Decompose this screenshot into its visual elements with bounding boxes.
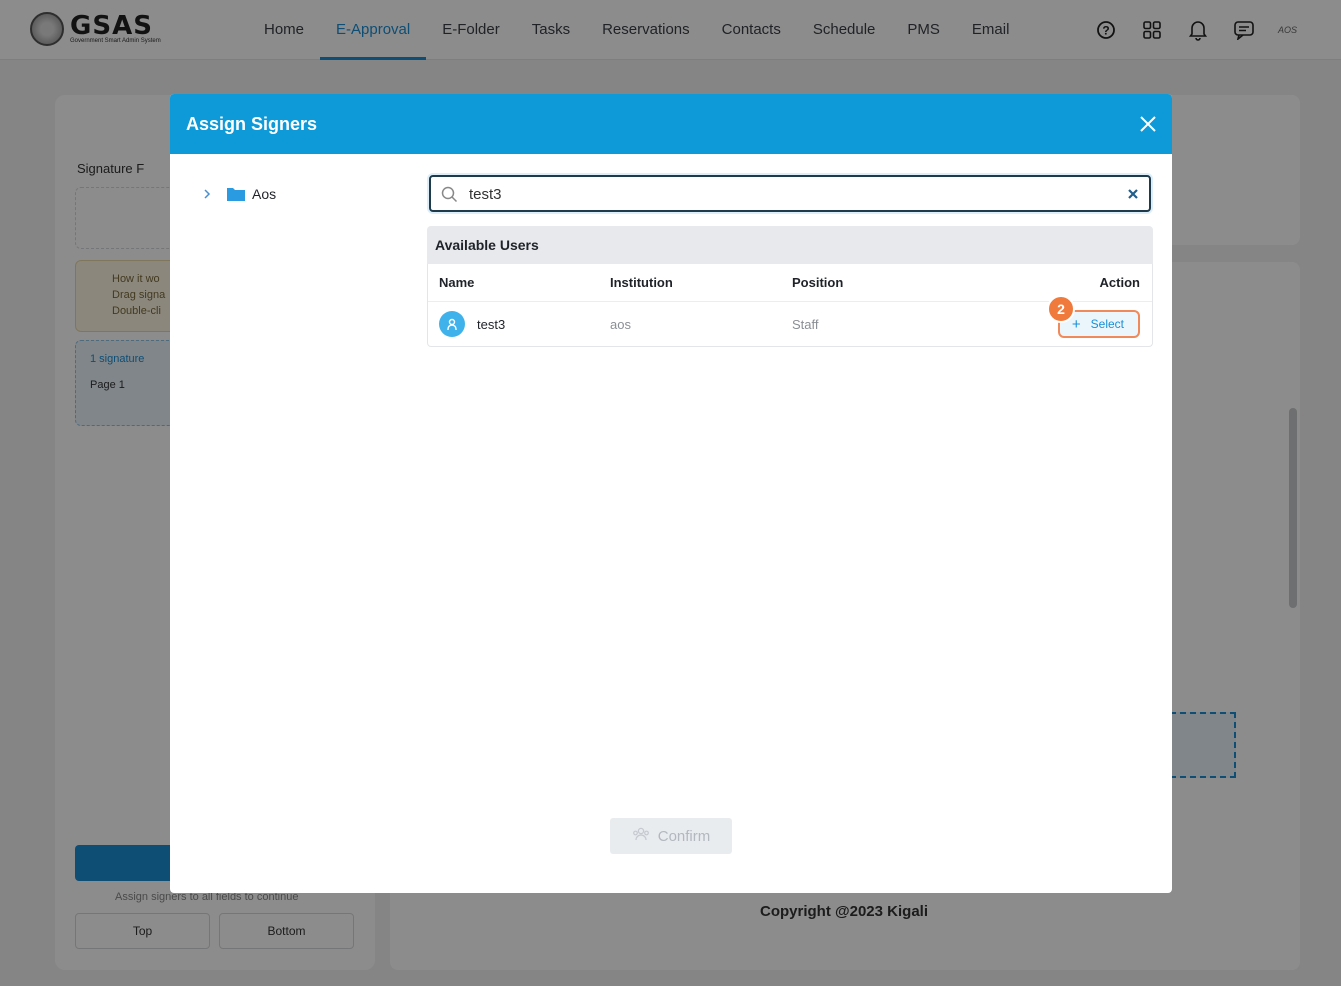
chevron-right-icon[interactable] (200, 187, 214, 201)
column-header-name: Name (439, 275, 475, 290)
column-header-institution: Institution (610, 275, 673, 290)
users-icon (632, 827, 650, 845)
table-row: test3 aos Staff + Select (428, 302, 1152, 346)
users-table: Name Institution Position Action test3 a… (427, 264, 1153, 347)
user-name: test3 (477, 316, 506, 332)
clear-icon[interactable] (1125, 186, 1141, 202)
plus-icon: + (1071, 315, 1081, 333)
search-input[interactable] (469, 183, 1109, 205)
org-tree-item[interactable]: Aos (200, 186, 276, 202)
modal-title: Assign Signers (186, 114, 318, 134)
modal-header: Assign Signers (170, 94, 1172, 154)
user-avatar-icon (439, 311, 465, 337)
assign-signers-modal: Assign Signers Aos Available Users Name … (170, 94, 1172, 893)
tree-item-label: Aos (252, 186, 277, 202)
section-title: Available Users (427, 226, 1153, 264)
user-position: Staff (792, 316, 819, 332)
step-badge: 2 (1047, 295, 1075, 323)
available-users: Available Users Name Institution Positio… (427, 226, 1153, 347)
user-institution: aos (610, 316, 631, 332)
confirm-button[interactable]: Confirm (610, 818, 732, 854)
search-icon (441, 186, 458, 203)
column-header-position: Position (792, 275, 844, 290)
table-header: Name Institution Position Action (428, 264, 1152, 302)
close-icon[interactable] (1138, 114, 1158, 134)
folder-icon (226, 186, 246, 202)
column-header-action: Action (1099, 275, 1140, 290)
search-box (429, 175, 1151, 212)
